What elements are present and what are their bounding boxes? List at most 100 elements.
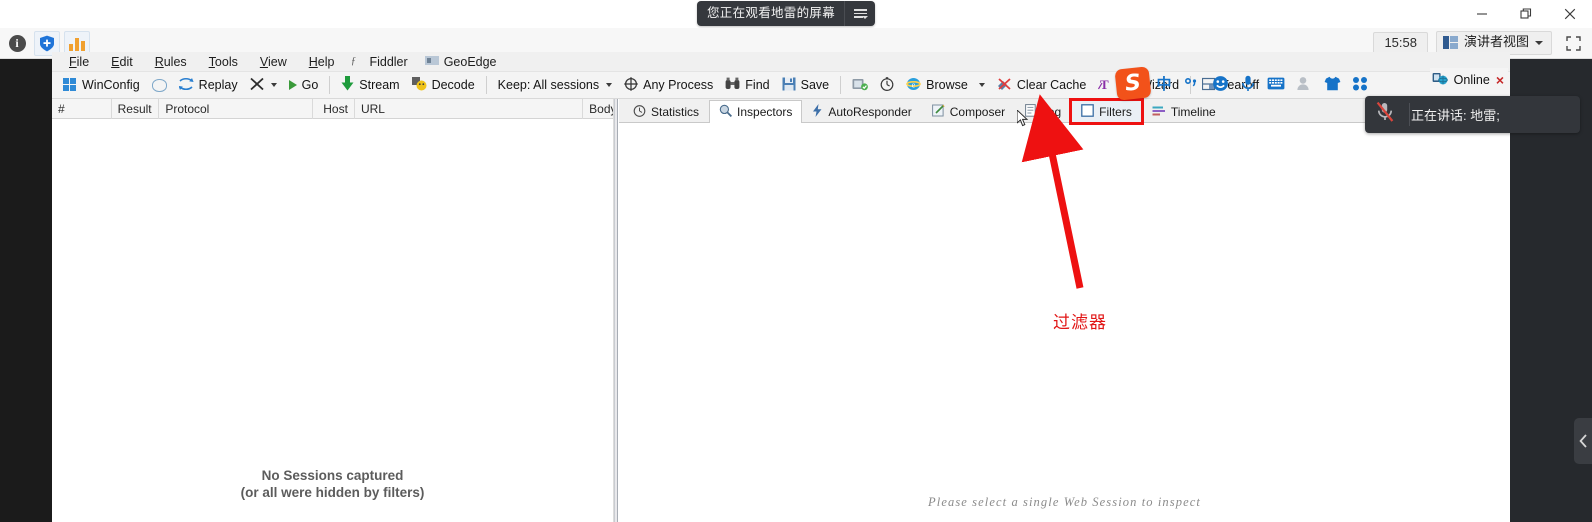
svg-text:ƒ: ƒ <box>351 56 356 66</box>
punctuation-icon[interactable] <box>1178 70 1206 96</box>
layout-icon <box>1442 36 1458 49</box>
chevron-down-icon <box>1535 40 1543 45</box>
screenshare-left-border <box>0 59 52 522</box>
remove-button[interactable] <box>244 75 283 96</box>
textwizard-icon: T <box>1098 77 1112 94</box>
fullscreen-icon[interactable] <box>1560 31 1586 55</box>
browse-label: Browse <box>926 78 968 92</box>
session-list-header: # Result Protocol Host URL Body <box>52 98 613 119</box>
clear-cache-button[interactable]: Clear Cache <box>991 75 1092 96</box>
menu-item-view[interactable]: View <box>249 55 298 71</box>
decode-button[interactable]: Decode <box>406 75 481 96</box>
menu-item-file[interactable]: File <box>58 55 100 71</box>
window-controls <box>1460 0 1592 28</box>
comment-button[interactable] <box>146 77 173 94</box>
column-header-protocol[interactable]: Protocol <box>159 98 314 119</box>
column-header-number[interactable]: # <box>52 98 112 119</box>
clear-cache-label: Clear Cache <box>1016 78 1087 92</box>
find-button[interactable]: Find <box>719 75 775 95</box>
tab-composer[interactable]: Composer <box>922 100 1015 123</box>
close-icon[interactable] <box>1548 0 1592 28</box>
any-process-label: Any Process <box>643 78 714 92</box>
minimize-icon[interactable] <box>1460 0 1504 28</box>
keep-sessions-dropdown[interactable]: Keep: All sessions <box>492 76 618 94</box>
save-disk-icon <box>782 77 796 94</box>
fiddler-window: File Edit Rules Tools View Help ƒ Fiddle… <box>52 52 1510 522</box>
column-header-host[interactable]: Host <box>313 98 355 119</box>
menu-item-fiddler-label: Fiddler <box>369 54 408 69</box>
geoedge-icon <box>424 54 439 70</box>
any-process-button[interactable]: Any Process <box>618 75 719 96</box>
windows-icon <box>63 78 77 92</box>
winconfig-button[interactable]: WinConfig <box>57 76 146 94</box>
panel-collapse-tab[interactable] <box>1574 418 1592 464</box>
timer-icon <box>880 76 894 94</box>
tab-inspectors[interactable]: Inspectors <box>709 100 803 123</box>
mouse-cursor <box>1017 110 1029 127</box>
decode-icon <box>411 76 427 94</box>
menu-item-edit[interactable]: Edit <box>100 55 144 71</box>
soft-keyboard-icon[interactable] <box>1262 70 1290 96</box>
keep-sessions-label: Keep: All sessions <box>497 78 600 92</box>
emoji-icon[interactable] <box>1206 70 1234 96</box>
divider <box>485 76 487 94</box>
empty-state-line1: No Sessions captured <box>261 468 404 483</box>
browse-button[interactable]: e Browse <box>900 75 991 96</box>
title-bar: 您正在观看地雷的屏幕 <box>0 0 1592 28</box>
restore-icon[interactable] <box>1504 0 1548 28</box>
filter-box-icon <box>1081 104 1095 120</box>
column-header-result[interactable]: Result <box>112 98 160 119</box>
tab-filters-label: Filters <box>1099 105 1132 119</box>
sogou-logo-icon[interactable]: S <box>1114 65 1152 101</box>
skin-icon[interactable] <box>1318 70 1346 96</box>
tab-timeline[interactable]: Timeline <box>1142 100 1226 123</box>
menu-item-help[interactable]: Help <box>298 55 346 71</box>
stream-button[interactable]: Stream <box>335 74 405 96</box>
go-button[interactable]: Go <box>283 76 325 94</box>
chevron-down-icon <box>606 83 613 87</box>
save-button[interactable]: Save <box>776 75 836 96</box>
replay-button[interactable]: Replay <box>173 75 244 96</box>
tab-autoresponder[interactable]: AutoResponder <box>802 100 921 123</box>
ie-browser-icon: e <box>906 77 921 94</box>
menu-item-geoedge[interactable]: GeoEdge <box>419 54 508 71</box>
toolbox-icon[interactable] <box>1346 70 1374 96</box>
online-status[interactable]: Online × <box>1429 68 1508 92</box>
chevron-left-icon <box>1578 434 1587 448</box>
tab-composer-label: Composer <box>949 105 1006 119</box>
menu-item-fiddler[interactable]: ƒ Fiddler <box>345 54 418 71</box>
divider <box>840 76 842 94</box>
hamburger-menu-icon[interactable] <box>845 1 875 26</box>
timer-icon <box>633 104 646 120</box>
replay-label: Replay <box>198 78 238 92</box>
chevron-down-icon[interactable] <box>978 83 985 87</box>
screen-share-notice[interactable]: 您正在观看地雷的屏幕 <box>697 1 876 26</box>
stream-arrow-icon <box>341 76 354 94</box>
chinese-mode-icon[interactable]: 中 <box>1150 70 1178 96</box>
chevron-down-icon[interactable] <box>270 83 277 87</box>
online-close-icon[interactable]: × <box>1496 72 1504 88</box>
user-icon[interactable] <box>1290 70 1318 96</box>
divider <box>1409 103 1410 126</box>
timer-button[interactable] <box>874 75 900 96</box>
magnifier-icon <box>719 104 733 120</box>
winconfig-label: WinConfig <box>82 78 140 92</box>
info-icon[interactable]: i <box>4 31 30 56</box>
replay-icon <box>178 77 194 94</box>
screenshot-button[interactable] <box>846 75 874 96</box>
column-header-url[interactable]: URL <box>355 98 584 119</box>
tab-filters[interactable]: Filters <box>1069 98 1144 125</box>
save-label: Save <box>800 78 830 92</box>
lightning-icon <box>812 104 823 120</box>
menu-item-rules[interactable]: Rules <box>144 55 198 71</box>
speaking-notification: 正在讲话: 地雷; <box>1365 96 1580 133</box>
column-header-body[interactable]: Body <box>583 99 613 119</box>
remove-x-icon <box>249 77 264 94</box>
screen-share-notice-text: 您正在观看地雷的屏幕 <box>707 6 836 20</box>
screenshot-root: 您正在观看地雷的屏幕 i 15:58 演讲者视图 File Edit Rules… <box>0 0 1592 522</box>
tab-statistics[interactable]: Statistics <box>623 100 709 123</box>
pane-splitter[interactable] <box>614 99 618 522</box>
fiddler-menu-bar: File Edit Rules Tools View Help ƒ Fiddle… <box>52 52 1510 72</box>
voice-input-icon[interactable] <box>1234 70 1262 96</box>
menu-item-tools[interactable]: Tools <box>198 55 249 71</box>
